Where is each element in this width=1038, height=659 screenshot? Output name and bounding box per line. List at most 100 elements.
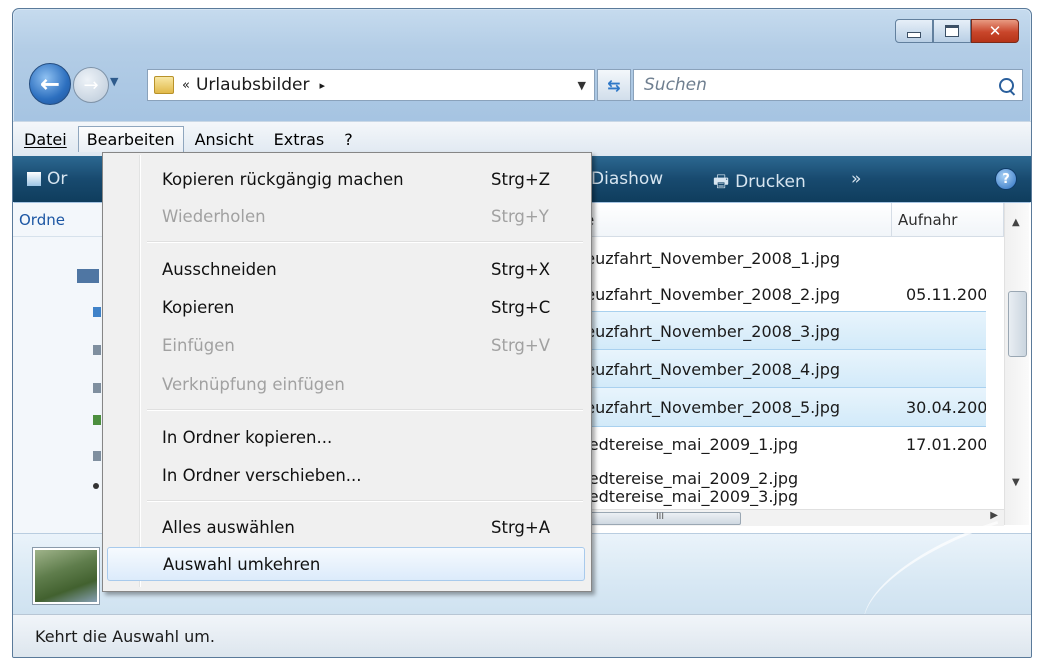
drucken-label: Drucken: [735, 172, 806, 192]
table-row[interactable]: aedtereise_mai_2009_1.jpg 17.01.200: [579, 425, 986, 463]
scroll-right-icon[interactable]: ▶: [990, 510, 998, 521]
menu-item-invert-selection[interactable]: Auswahl umkehren: [107, 547, 585, 581]
close-button[interactable]: ✕: [971, 19, 1019, 43]
vertical-scrollbar[interactable]: ▲ ▼: [1004, 203, 1029, 525]
menu-item-shortcut: Strg+C: [491, 297, 551, 317]
table-row[interactable]: aedtereise_mai_2009_3.jpg: [579, 487, 986, 509]
menu-item-label: Kopieren rückgängig machen: [162, 169, 404, 189]
menu-item-move-to-folder[interactable]: In Ordner verschieben...: [107, 458, 585, 492]
menu-item-shortcut: Strg+X: [491, 259, 551, 279]
menu-item-copy-to-folder[interactable]: In Ordner kopieren...: [107, 420, 585, 454]
menu-item-copy[interactable]: Kopieren Strg+C: [107, 290, 585, 324]
file-name: reuzfahrt_November_2008_4.jpg: [579, 359, 841, 379]
menu-separator: [147, 241, 583, 243]
menu-item-label: In Ordner kopieren...: [162, 427, 333, 447]
printer-icon: 🖶: [713, 172, 730, 192]
nav-item-icon[interactable]: [93, 483, 99, 489]
horizontal-scrollbar[interactable]: III ▶: [579, 509, 1004, 526]
menu-item-paste[interactable]: Einfügen Strg+V: [107, 328, 585, 362]
table-row[interactable]: reuzfahrt_November_2008_4.jpg: [579, 349, 986, 389]
table-row[interactable]: reuzfahrt_November_2008_5.jpg 30.04.200: [579, 387, 986, 427]
search-input[interactable]: Suchen: [633, 69, 1023, 101]
minimize-button[interactable]: [895, 19, 933, 43]
menu-item-select-all[interactable]: Alles auswählen Strg+A: [107, 510, 585, 544]
file-date: 05.11.200: [906, 284, 986, 304]
folder-icon: [154, 76, 174, 94]
minimize-icon: [907, 32, 921, 38]
back-button[interactable]: ←: [29, 63, 71, 105]
maximize-icon: [945, 25, 959, 37]
menu-separator: [147, 500, 583, 502]
menu-item-shortcut: Strg+Y: [491, 206, 549, 226]
organize-icon: [27, 172, 41, 186]
menu-item-undo-copy[interactable]: Kopieren rückgängig machen Strg+Z: [107, 162, 585, 196]
menu-item-label: In Ordner verschieben...: [162, 465, 362, 485]
menu-help[interactable]: ?: [335, 126, 362, 153]
menu-item-redo[interactable]: Wiederholen Strg+Y: [107, 199, 585, 233]
nav-item-icon[interactable]: [93, 383, 101, 393]
menu-bearbeiten[interactable]: Bearbeiten: [77, 126, 184, 152]
menu-item-shortcut: Strg+Z: [491, 169, 551, 189]
caption-buttons: ✕: [895, 19, 1019, 43]
address-bar[interactable]: « Urlaubsbilder ▸ ▼: [147, 69, 595, 101]
help-icon[interactable]: ?: [995, 168, 1017, 190]
file-name: aedtereise_mai_2009_2.jpg: [579, 468, 799, 488]
table-row[interactable]: reuzfahrt_November_2008_2.jpg 05.11.200: [579, 275, 986, 313]
scroll-down-icon[interactable]: ▼: [1012, 477, 1020, 488]
nav-item-icon[interactable]: [93, 307, 101, 317]
nav-item-icon[interactable]: [93, 451, 101, 461]
drucken-button[interactable]: 🖶 Drucken: [713, 169, 806, 198]
status-bar: Kehrt die Auswahl um.: [13, 614, 1031, 657]
navigation-pane-header[interactable]: Ordne: [13, 203, 113, 237]
menu-item-paste-shortcut[interactable]: Verknüpfung einfügen: [107, 367, 585, 401]
menu-extras[interactable]: Extras: [265, 126, 334, 153]
search-placeholder: Suchen: [644, 75, 707, 95]
address-dropdown-icon[interactable]: ▼: [578, 79, 586, 92]
refresh-button[interactable]: ⇆: [597, 69, 631, 101]
menu-item-shortcut: Strg+V: [491, 335, 551, 355]
vertical-scroll-thumb[interactable]: [1008, 291, 1027, 357]
breadcrumb-arrow-icon[interactable]: ▸: [319, 79, 325, 92]
breadcrumb-urlaubsbilder[interactable]: Urlaubsbilder: [196, 75, 309, 95]
menu-item-shortcut: Strg+A: [491, 517, 551, 537]
organize-button[interactable]: Or: [27, 169, 67, 189]
diashow-label: Diashow: [591, 169, 664, 189]
organize-label: Or: [47, 169, 68, 189]
refresh-icon: ⇆: [607, 75, 621, 95]
menu-item-label: Verknüpfung einfügen: [162, 374, 345, 394]
menu-item-label: Ausschneiden: [162, 259, 277, 279]
menu-item-label: Auswahl umkehren: [163, 554, 321, 574]
navigation-pane: Ordne: [13, 203, 114, 533]
menu-item-label: Einfügen: [162, 335, 235, 355]
breadcrumb-overflow[interactable]: «: [182, 78, 190, 93]
back-arrow-icon: ←: [39, 70, 61, 98]
forward-button[interactable]: →: [73, 67, 109, 103]
maximize-button[interactable]: [933, 19, 971, 43]
selected-file-thumbnail: [33, 548, 99, 604]
file-name: reuzfahrt_November_2008_5.jpg: [579, 397, 841, 417]
menu-ansicht[interactable]: Ansicht: [186, 126, 263, 153]
menu-item-label: Kopieren: [162, 297, 235, 317]
column-header-date-label: Aufnahr: [898, 210, 958, 229]
table-row[interactable]: reuzfahrt_November_2008_1.jpg: [579, 239, 986, 277]
menu-datei[interactable]: Datei: [15, 126, 76, 153]
more-commands-button[interactable]: »: [851, 169, 861, 189]
scroll-up-icon[interactable]: ▲: [1012, 217, 1020, 228]
forward-arrow-icon: →: [83, 74, 99, 96]
computer-icon[interactable]: [77, 269, 99, 283]
search-icon[interactable]: [999, 77, 1014, 93]
file-name: aedtereise_mai_2009_3.jpg: [579, 487, 799, 506]
nav-item-icon[interactable]: [93, 415, 101, 425]
menu-item-label: Wiederholen: [162, 206, 266, 226]
diashow-button[interactable]: Diashow: [591, 169, 663, 189]
file-date: 30.04.200: [906, 397, 986, 417]
nav-item-icon[interactable]: [93, 345, 101, 355]
table-row[interactable]: reuzfahrt_November_2008_3.jpg: [579, 311, 986, 351]
horizontal-scroll-thumb[interactable]: III: [579, 512, 741, 525]
column-header-aufnahmedatum[interactable]: Aufnahr: [892, 203, 1004, 237]
status-text: Kehrt die Auswahl um.: [35, 626, 215, 646]
recent-pages-dropdown-icon[interactable]: ▼: [110, 75, 118, 88]
column-header-name[interactable]: e: [579, 203, 892, 237]
file-date: 17.01.200: [906, 434, 986, 454]
menu-item-cut[interactable]: Ausschneiden Strg+X: [107, 252, 585, 286]
